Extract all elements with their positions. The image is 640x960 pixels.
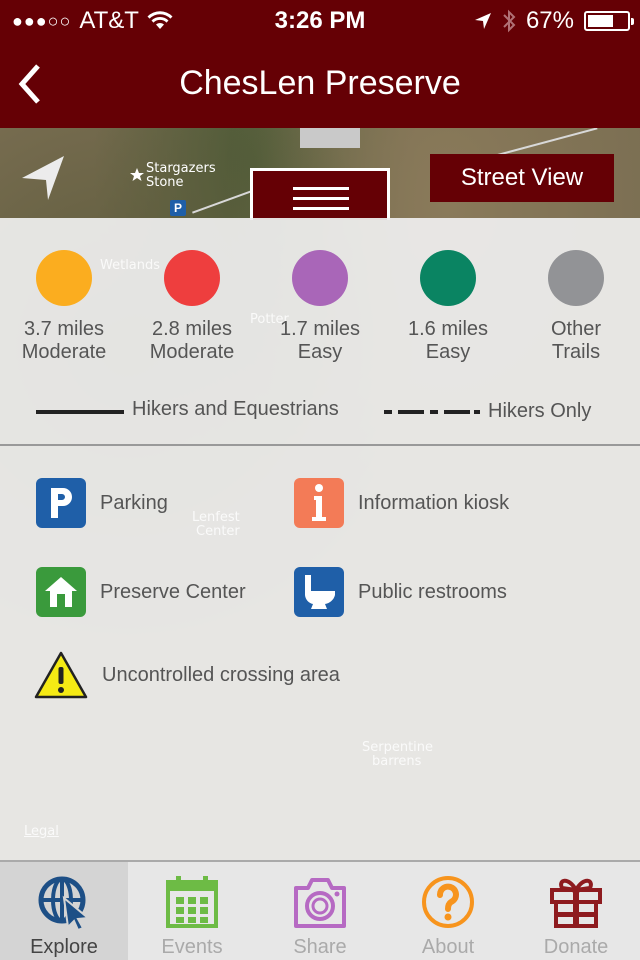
- solid-line-swatch: [36, 410, 124, 414]
- map-label-line: Stargazers: [146, 161, 216, 176]
- trail-difficulty: Easy: [297, 341, 343, 363]
- tab-bar: Explore Events Share About Donate: [0, 860, 640, 960]
- tab-label: Share: [293, 936, 347, 958]
- amenity-label: Uncontrolled crossing area: [102, 663, 340, 686]
- hamburger-line: [293, 197, 349, 200]
- trail-difficulty: Trails: [551, 341, 601, 363]
- trail-color-swatch: [164, 250, 220, 306]
- amenity-restrooms: Public restrooms: [294, 567, 507, 617]
- tab-explore[interactable]: Explore: [0, 862, 128, 960]
- trail-difficulty: Moderate: [149, 341, 235, 363]
- location-arrow-icon: [474, 13, 491, 29]
- map-building: [300, 128, 360, 148]
- trail-color-swatch: [548, 250, 604, 306]
- amenity-label: Information kiosk: [358, 491, 510, 514]
- trail-difficulty: Easy: [425, 341, 471, 363]
- menu-button[interactable]: [250, 168, 390, 220]
- tab-label: Donate: [543, 936, 609, 958]
- legend-divider: [0, 444, 640, 446]
- battery-percent: 67%: [525, 7, 574, 34]
- map-view[interactable]: Stargazers Stone P Street View Wetlands …: [0, 128, 640, 860]
- battery-fill: [588, 15, 614, 27]
- parking-icon: [36, 478, 86, 528]
- trail-distance: 1.7 miles: [279, 318, 361, 340]
- amenity-label: Public restrooms: [358, 580, 507, 603]
- tab-donate[interactable]: Donate: [512, 862, 640, 960]
- tab-share[interactable]: Share: [256, 862, 384, 960]
- locate-me-button[interactable]: [20, 154, 68, 202]
- hamburger-line: [293, 207, 349, 210]
- trail-distance: 2.8 miles: [151, 318, 233, 340]
- trail-legend-item: 3.7 miles Moderate: [0, 250, 128, 364]
- amenity-crossing: Uncontrolled crossing area: [34, 650, 340, 700]
- map-label-stargazers: Stargazers Stone: [146, 162, 216, 190]
- navigation-arrow-icon: [22, 156, 64, 200]
- page-title: ChesLen Preserve: [179, 64, 461, 102]
- trail-color-swatch: [420, 250, 476, 306]
- amenity-info-kiosk: Information kiosk: [294, 478, 509, 528]
- trail-legend-item: 1.6 miles Easy: [384, 250, 512, 364]
- amenity-label: Parking: [100, 491, 168, 514]
- navigation-bar: ChesLen Preserve: [0, 40, 640, 128]
- trail-difficulty: Moderate: [21, 341, 107, 363]
- parking-marker[interactable]: P: [170, 200, 186, 216]
- tab-about[interactable]: About: [384, 862, 512, 960]
- tab-label: Events: [161, 936, 223, 958]
- trail-distance: 1.6 miles: [407, 318, 489, 340]
- trail-distance: Other: [550, 318, 602, 340]
- tab-label: About: [421, 936, 475, 958]
- dashed-line-swatch: [384, 410, 480, 414]
- dashed-line-label: Hikers Only: [488, 400, 592, 422]
- bluetooth-icon: [503, 9, 516, 33]
- star-icon: [130, 168, 144, 181]
- trail-legend: 3.7 miles Moderate 2.8 miles Moderate 1.…: [0, 250, 640, 364]
- trail-legend-item: 1.7 miles Easy: [256, 250, 384, 364]
- status-bar: ●●●○○ AT&T 3:26 PM 67%: [0, 0, 640, 40]
- tab-events[interactable]: Events: [128, 862, 256, 960]
- tab-label: Explore: [30, 936, 98, 958]
- trail-color-swatch: [36, 250, 92, 306]
- amenity-preserve-center: Preserve Center: [36, 567, 246, 617]
- house-icon: [36, 567, 86, 617]
- warning-icon: [34, 650, 88, 700]
- calendar-icon: [166, 876, 218, 928]
- gift-icon: [550, 878, 602, 928]
- amenity-parking: Parking: [36, 478, 168, 528]
- camera-icon: [294, 878, 346, 928]
- globe-cursor-icon: [38, 876, 91, 930]
- street-view-button[interactable]: Street View: [430, 154, 614, 202]
- trail-legend-item: Other Trails: [512, 250, 640, 364]
- map-label-line: Stone: [146, 175, 184, 190]
- trail-distance: 3.7 miles: [23, 318, 105, 340]
- question-icon: [422, 876, 474, 928]
- trail-color-swatch: [292, 250, 348, 306]
- amenity-label: Preserve Center: [100, 580, 246, 603]
- solid-line-label: Hikers and Equestrians: [132, 398, 339, 420]
- battery-icon: [584, 11, 634, 31]
- toilet-icon: [294, 567, 344, 617]
- hamburger-line: [293, 187, 349, 190]
- trail-legend-item: 2.8 miles Moderate: [128, 250, 256, 364]
- info-icon: [294, 478, 344, 528]
